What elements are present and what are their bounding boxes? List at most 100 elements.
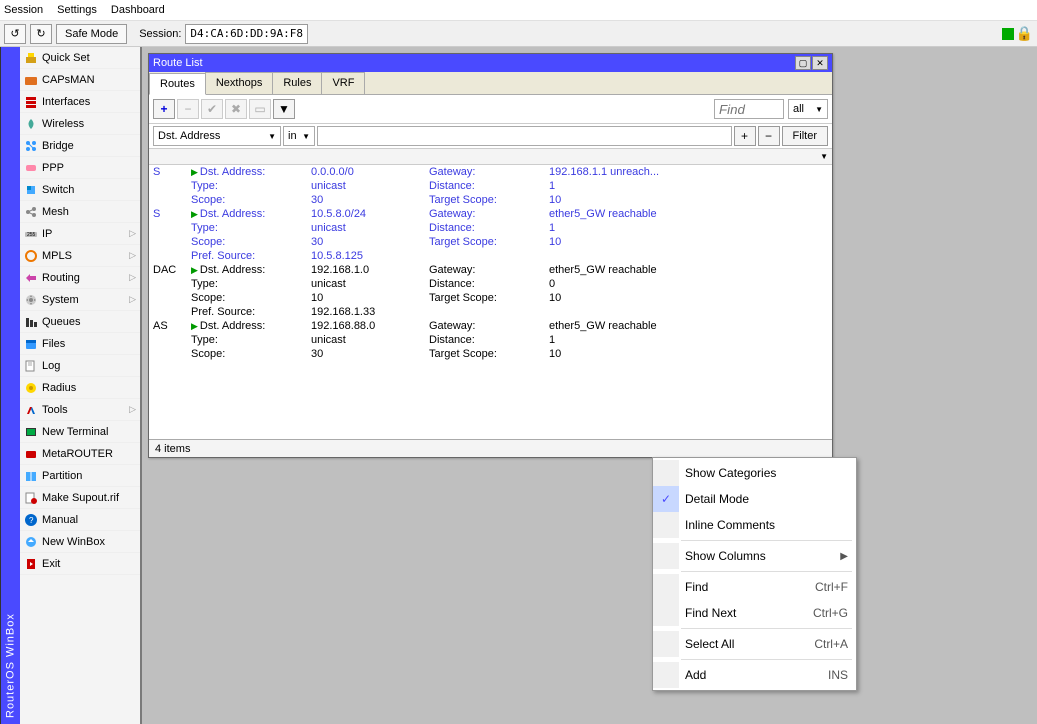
sidebar-item-label: Manual [42,514,78,526]
tab-routes[interactable]: Routes [149,73,206,95]
route-value: 1 [549,222,749,234]
sidebar-item-partition[interactable]: Partition [20,465,140,487]
route-label: Gateway: [429,166,549,178]
route-row[interactable]: Type:unicastDistance:1 [149,333,832,347]
minimize-button[interactable]: ▢ [795,56,811,70]
route-label: Pref. Source: [191,250,311,262]
tab-nexthops[interactable]: Nexthops [205,72,273,94]
sidebar-item-label: Exit [42,558,60,570]
sidebar-item-queues[interactable]: Queues [20,311,140,333]
route-row[interactable]: Type:unicastDistance:1 [149,221,832,235]
safe-mode-button[interactable]: Safe Mode [56,24,127,44]
sidebar-item-mesh[interactable]: Mesh [20,201,140,223]
route-row[interactable]: S▶Dst. Address:10.5.8.0/24Gateway:ether5… [149,207,832,221]
route-row[interactable]: Scope:10Target Scope:10 [149,291,832,305]
menu-item-find-next[interactable]: Find NextCtrl+G [653,600,856,626]
sidebar-item-mpls[interactable]: MPLS▷ [20,245,140,267]
sidebar-icon [24,161,38,175]
route-row[interactable]: AS▶Dst. Address:192.168.88.0Gateway:ethe… [149,319,832,333]
content-area: Route List ▢ ✕ RoutesNexthopsRulesVRF + … [142,47,1037,724]
submenu-indicator-icon: ▷ [129,294,136,305]
sidebar-item-label: Partition [42,470,82,482]
route-list: S▶Dst. Address:0.0.0.0/0Gateway:192.168.… [149,165,832,361]
sidebar-item-exit[interactable]: Exit [20,553,140,575]
route-label: Type: [191,334,311,346]
route-row[interactable]: S▶Dst. Address:0.0.0.0/0Gateway:192.168.… [149,165,832,179]
sidebar-item-ip[interactable]: 255IP▷ [20,223,140,245]
menubar[interactable]: Session Settings Dashboard [0,0,1037,21]
close-button[interactable]: ✕ [812,56,828,70]
menu-session[interactable]: Session [4,4,43,16]
sidebar-item-switch[interactable]: Switch [20,179,140,201]
route-row[interactable]: Scope:30Target Scope:10 [149,235,832,249]
enable-button[interactable]: ✔ [201,99,223,119]
sidebar-item-routing[interactable]: Routing▷ [20,267,140,289]
route-flag [153,348,191,360]
route-label: Gateway: [429,320,549,332]
filter-add-button[interactable]: + [734,126,756,146]
submenu-indicator-icon: ▷ [129,250,136,261]
menu-item-add[interactable]: AddINS [653,662,856,688]
filter-apply-button[interactable]: Filter [782,126,828,146]
sidebar-item-ppp[interactable]: PPP [20,157,140,179]
tab-rules[interactable]: Rules [272,72,322,94]
sidebar-icon [24,315,38,329]
filter-remove-button[interactable]: − [758,126,780,146]
menu-item-show-categories[interactable]: Show Categories [653,460,856,486]
route-row[interactable]: Scope:30Target Scope:10 [149,193,832,207]
menu-item-show-columns[interactable]: Show Columns▶ [653,543,856,569]
sidebar-item-tools[interactable]: Tools▷ [20,399,140,421]
route-row[interactable]: Type:unicastDistance:0 [149,277,832,291]
undo-button[interactable]: ↺ [4,24,26,44]
sidebar-icon [24,73,38,87]
route-row[interactable]: DAC▶Dst. Address:192.168.1.0Gateway:ethe… [149,263,832,277]
route-row[interactable]: Pref. Source:10.5.8.125 [149,249,832,263]
route-list-header[interactable]: ▼ [149,149,832,165]
route-label: Scope: [191,292,311,304]
sidebar-icon [24,535,38,549]
sidebar-item-manual[interactable]: ?Manual [20,509,140,531]
sidebar-item-interfaces[interactable]: Interfaces [20,91,140,113]
menu-item-find[interactable]: FindCtrl+F [653,574,856,600]
sidebar-item-quick-set[interactable]: Quick Set [20,47,140,69]
menu-item-select-all[interactable]: Select AllCtrl+A [653,631,856,657]
remove-button[interactable]: − [177,99,199,119]
route-flag [153,250,191,262]
comment-button[interactable]: ▭ [249,99,271,119]
tab-vrf[interactable]: VRF [321,72,365,94]
route-label: Pref. Source: [191,306,311,318]
filter-field-dropdown[interactable]: Dst. Address▼ [153,126,281,146]
route-row[interactable]: Scope:30Target Scope:10 [149,347,832,361]
menu-item-detail-mode[interactable]: ✓Detail Mode [653,486,856,512]
all-dropdown[interactable]: all▼ [788,99,828,119]
window-titlebar[interactable]: Route List ▢ ✕ [149,54,832,72]
sidebar-item-wireless[interactable]: Wireless [20,113,140,135]
sidebar-item-files[interactable]: Files [20,333,140,355]
menu-item-inline-comments[interactable]: Inline Comments [653,512,856,538]
filter-button[interactable]: ▼ [273,99,295,119]
sidebar-item-capsman[interactable]: CAPsMAN [20,69,140,91]
sidebar-item-bridge[interactable]: Bridge [20,135,140,157]
menu-item-label: Select All [685,637,734,651]
find-input[interactable] [714,99,784,119]
filter-value-input[interactable] [317,126,732,146]
menu-settings[interactable]: Settings [57,4,97,16]
route-row[interactable]: Pref. Source:192.168.1.33 [149,305,832,319]
route-value: 10 [311,292,429,304]
menu-item-label: Find [685,580,708,594]
disable-button[interactable]: ✖ [225,99,247,119]
filter-op-dropdown[interactable]: in▼ [283,126,315,146]
sidebar-item-log[interactable]: Log [20,355,140,377]
menu-dashboard[interactable]: Dashboard [111,4,165,16]
sidebar-item-radius[interactable]: Radius [20,377,140,399]
sidebar-item-system[interactable]: System▷ [20,289,140,311]
sidebar-icon [24,139,38,153]
sidebar-item-metarouter[interactable]: MetaROUTER [20,443,140,465]
route-value: 10 [549,292,749,304]
route-row[interactable]: Type:unicastDistance:1 [149,179,832,193]
redo-button[interactable]: ↻ [30,24,52,44]
sidebar-item-new-terminal[interactable]: New Terminal [20,421,140,443]
sidebar-item-new-winbox[interactable]: New WinBox [20,531,140,553]
add-button[interactable]: + [153,99,175,119]
sidebar-item-make-supout-rif[interactable]: Make Supout.rif [20,487,140,509]
